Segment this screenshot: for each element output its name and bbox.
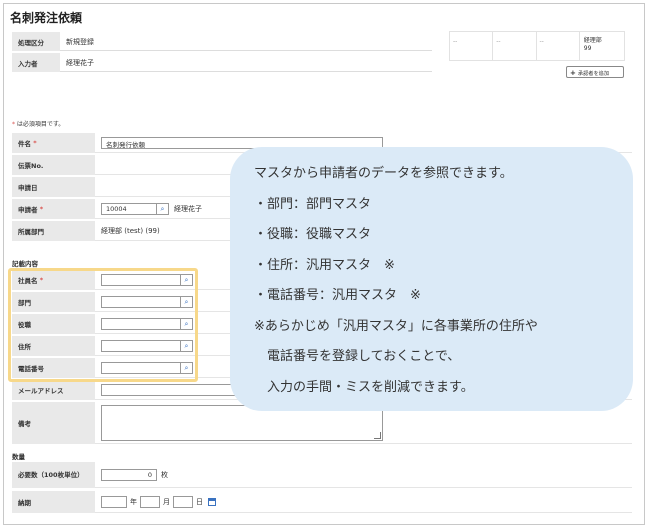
apply-date-label: 申請日	[12, 177, 95, 197]
approver-slot[interactable]: --	[493, 32, 537, 60]
process-type-value: 新規登録	[60, 32, 432, 51]
email-label: メールアドレス	[12, 380, 95, 400]
inputter-value: 経理花子	[60, 53, 432, 72]
delivery-label: 納期	[12, 491, 95, 513]
count-unit: 枚	[161, 470, 168, 479]
applicant-name: 経理花子	[174, 204, 202, 213]
callout-line: ・電話番号：汎用マスタ ※	[254, 288, 421, 303]
info-callout: マスタから申請者のデータを参照できます。 ・部門：部門マスタ ・役職：役職マスタ…	[230, 147, 633, 411]
search-icon[interactable]: ⌕	[157, 202, 169, 215]
approver-slot[interactable]: --	[450, 32, 494, 60]
add-approver-button[interactable]: + 承認者を追加	[566, 66, 624, 78]
callout-line: ・役職：役職マスタ	[254, 227, 372, 242]
month-unit: 月	[163, 497, 170, 506]
header-info: 処理区分 新規登録 入力者 経理花子	[12, 32, 432, 74]
process-type-label: 処理区分	[12, 32, 60, 51]
required-mark: *	[33, 139, 37, 147]
applicant-label: 申請者 *	[12, 199, 95, 219]
department-label: 所属部門	[12, 221, 95, 241]
callout-line: ・住所：汎用マスタ ※	[254, 257, 395, 273]
subject-label-text: 件名	[18, 140, 31, 148]
count-cell: 0 枚	[95, 462, 632, 488]
approver-slot[interactable]: --	[537, 32, 580, 60]
page-title: 名刺発注依頼	[10, 11, 83, 25]
callout-line: 電話番号を登録しておくことで、	[254, 349, 461, 364]
day-input[interactable]	[173, 495, 193, 508]
details-section-title: 記載内容	[12, 260, 38, 268]
count-input[interactable]: 0	[101, 468, 157, 481]
day-unit: 日	[196, 497, 203, 506]
month-input[interactable]	[140, 495, 160, 508]
required-note: * は必須項目です。	[12, 119, 64, 128]
count-row: 必要数（100枚単位） 0 枚	[12, 462, 632, 488]
applicant-code-input[interactable]: 10004	[101, 202, 157, 215]
header-row-process-type: 処理区分 新規登録	[12, 32, 432, 51]
approver-route: -- -- -- 経理部 99	[449, 31, 625, 61]
inputter-label: 入力者	[12, 53, 60, 72]
count-label: 必要数（100枚単位）	[12, 462, 95, 488]
year-unit: 年	[130, 497, 137, 506]
required-note-text: は必須項目です。	[15, 121, 65, 128]
delivery-cell: 年 月 日	[95, 491, 632, 513]
year-input[interactable]	[101, 495, 127, 508]
callout-line: 入力の手間・ミスを削減できます。	[254, 379, 474, 395]
header-row-inputter: 入力者 経理花子	[12, 53, 432, 72]
approver-slot-accounting[interactable]: 経理部 99	[580, 32, 624, 60]
subject-label: 件名 *	[12, 133, 95, 153]
required-mark: *	[39, 205, 44, 213]
add-approver-label: 承認者を追加	[577, 71, 610, 77]
delivery-row: 納期 年 月 日	[12, 491, 632, 513]
quantity-section-title: 数量	[12, 453, 25, 461]
callout-line: ※あらかじめ「汎用マスタ」に各事業所の住所や	[254, 318, 538, 334]
highlight-box	[8, 268, 198, 382]
plus-icon: +	[570, 69, 576, 77]
callout-line: ・部門：部門マスタ	[254, 196, 372, 212]
slip-no-label: 伝票No.	[12, 155, 95, 175]
calendar-icon[interactable]	[208, 497, 216, 506]
remarks-label: 備考	[12, 402, 95, 444]
callout-line: マスタから申請者のデータを参照できます。	[254, 166, 513, 181]
applicant-label-text: 申請者	[18, 206, 38, 214]
